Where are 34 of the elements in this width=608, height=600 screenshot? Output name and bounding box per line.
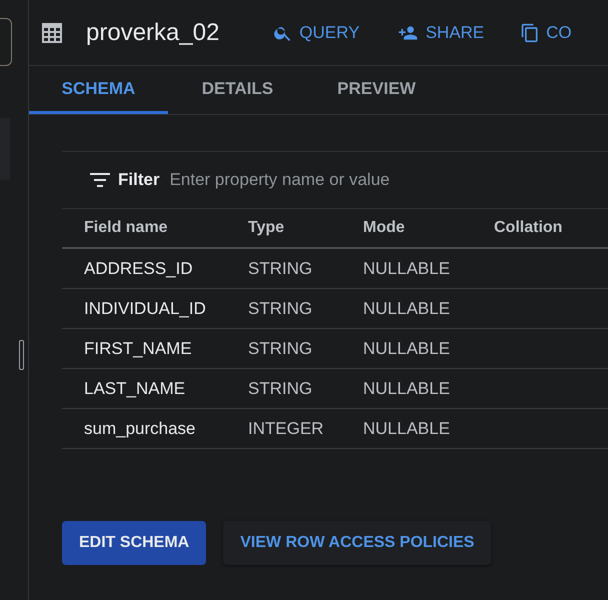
resize-handle[interactable]	[19, 340, 24, 370]
table-cell-text: ADDRESS_ID	[84, 258, 194, 278]
table-icon	[42, 22, 62, 42]
tab[interactable]: DETAILS	[168, 66, 307, 114]
column-header: Collation	[494, 219, 564, 237]
table-cell-text: NULLABLE	[363, 298, 451, 318]
column-header: Field name	[84, 219, 169, 237]
column-header: Mode	[363, 219, 406, 237]
filter-field[interactable]: Enter property name or value	[168, 169, 472, 191]
query-button[interactable]: QUERY	[273, 22, 360, 42]
table-cell-text: NULLABLE	[363, 418, 451, 438]
table-cell-text: STRING	[248, 298, 314, 318]
tab[interactable]: PREVIEW	[307, 66, 446, 114]
tab[interactable]: SCHEMA	[29, 66, 168, 114]
table-cell-text: LAST_NAME	[84, 378, 186, 398]
table-title: proverka_02	[86, 18, 220, 46]
table-cell-text: NULLABLE	[363, 338, 451, 358]
table-cell-text: STRING	[248, 378, 314, 398]
filter-label: Filter	[118, 170, 160, 190]
copy-button[interactable]: CO	[520, 22, 572, 44]
share-button[interactable]: SHARE	[396, 22, 484, 42]
table-cell-text: NULLABLE	[363, 258, 451, 278]
filter-icon	[90, 172, 110, 188]
copy-icon	[520, 22, 540, 44]
column-header: Type	[248, 219, 286, 237]
edit-schema-button[interactable]: EDIT SCHEMA	[62, 521, 206, 565]
table-cell-text: STRING	[248, 258, 314, 278]
table-cell-text: sum_purchase	[84, 418, 197, 438]
row-access-button[interactable]: VIEW ROW ACCESS POLICIES	[223, 521, 492, 565]
table-cell-text: NULLABLE	[363, 378, 451, 398]
table-cell-text: FIRST_NAME	[84, 338, 193, 358]
table-cell-text: INTEGER	[248, 418, 325, 438]
table-cell-text: INDIVIDUAL_ID	[84, 298, 207, 318]
table-cell-text: STRING	[248, 338, 314, 358]
